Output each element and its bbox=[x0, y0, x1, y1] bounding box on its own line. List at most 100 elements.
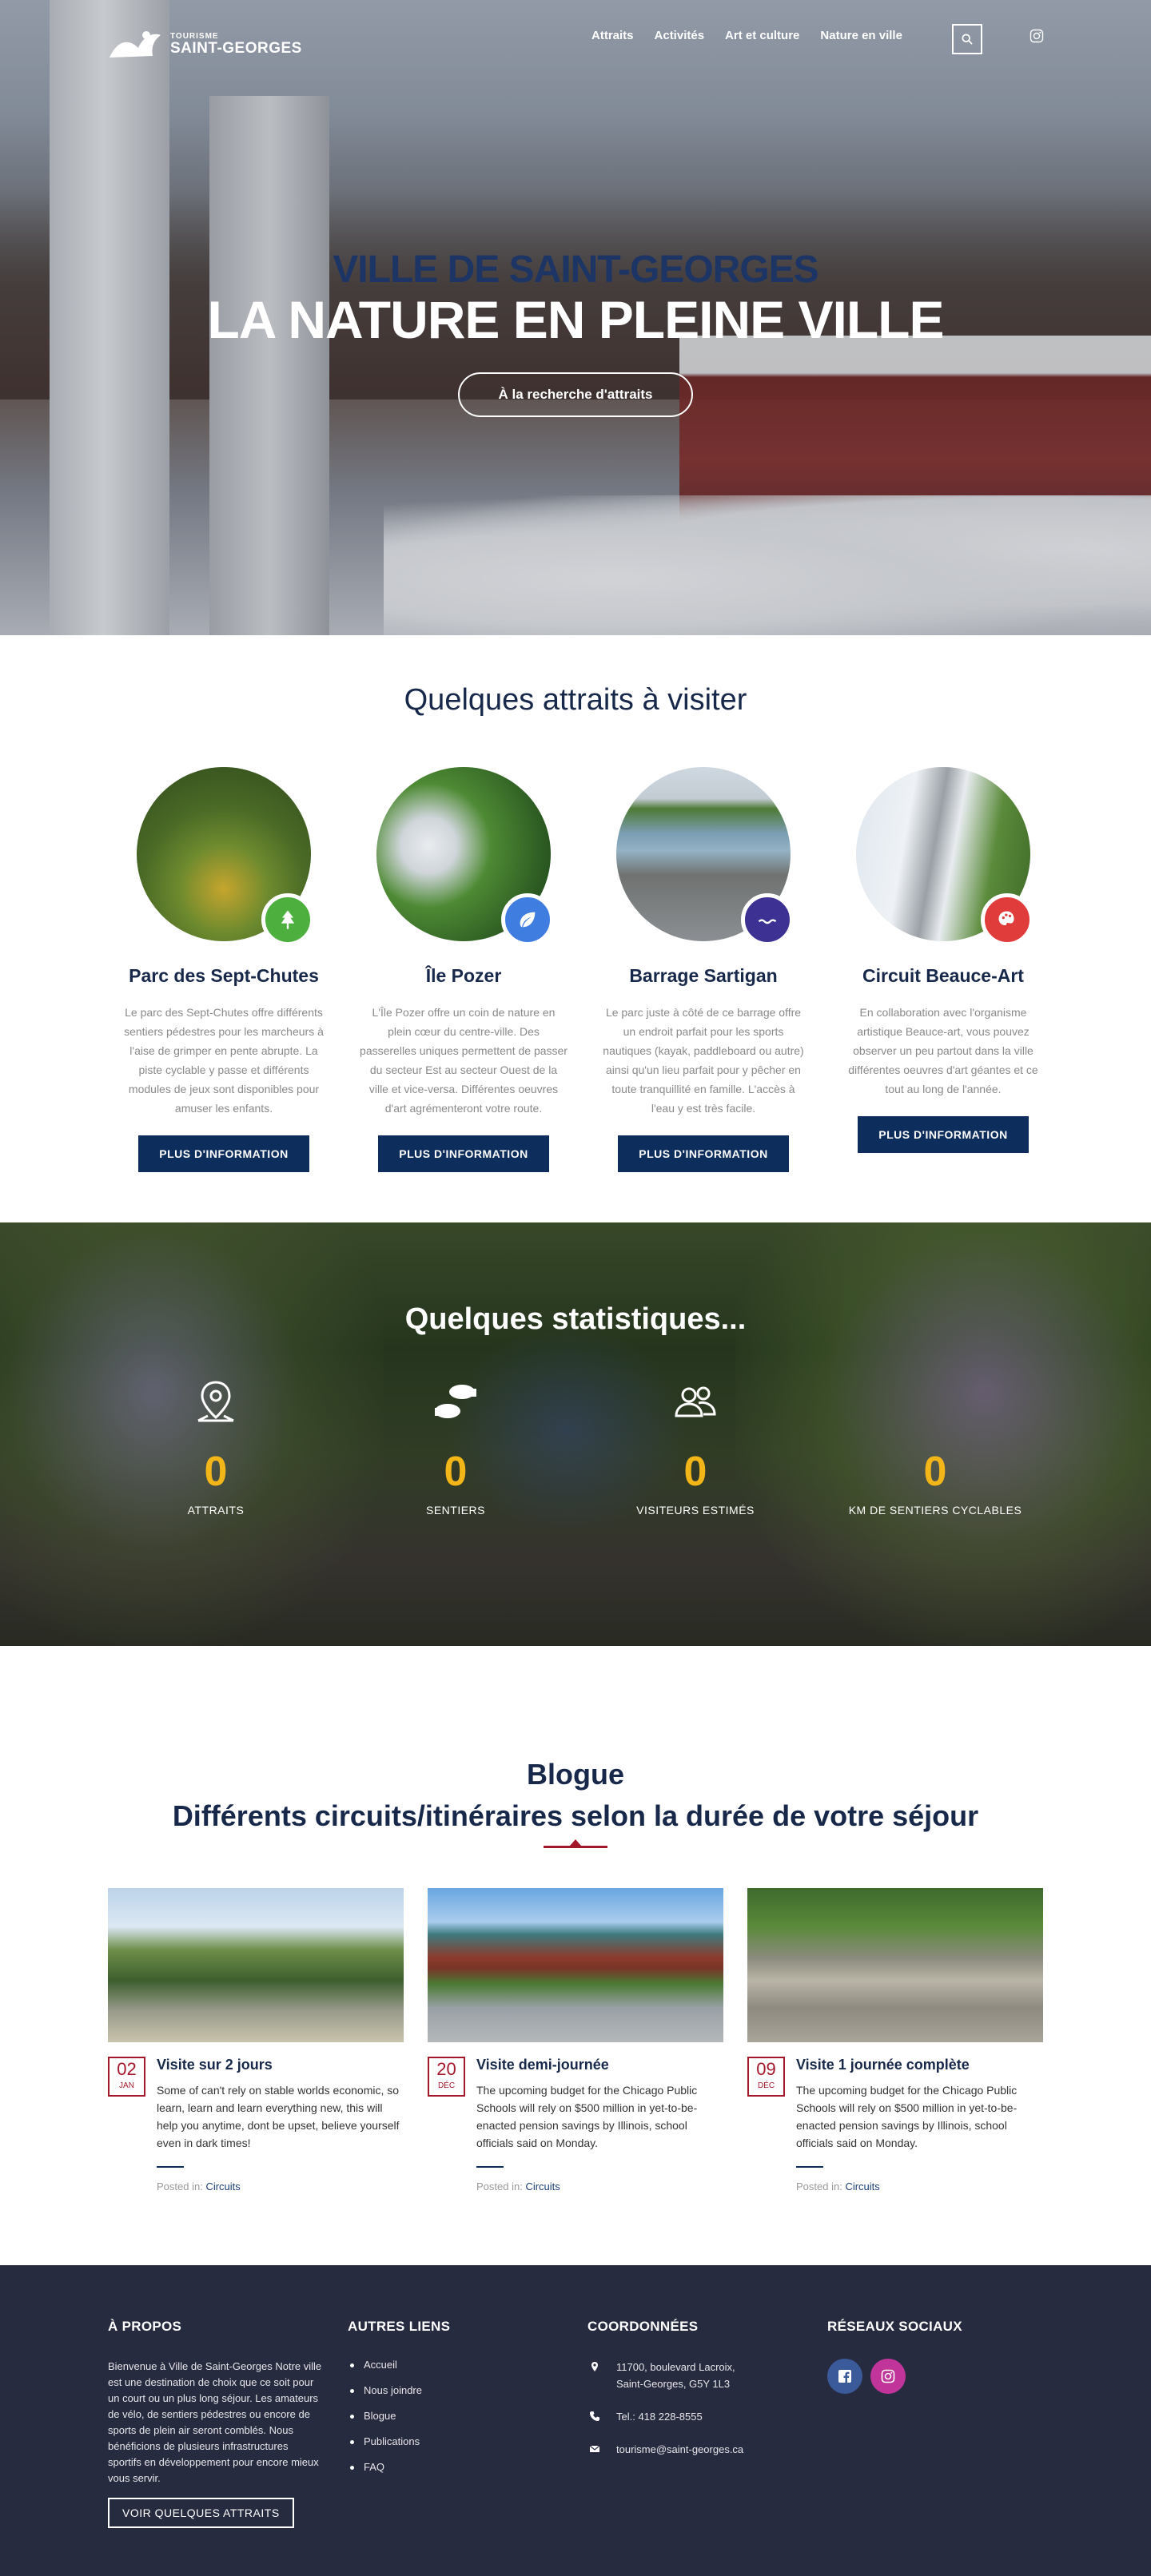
attraction-badge bbox=[261, 893, 314, 946]
nav-item-nature-ville[interactable]: Nature en ville bbox=[820, 29, 902, 42]
attraction-card: Barrage Sartigan Le parc juste à côté de… bbox=[583, 767, 823, 1172]
post-date: 02 JAN bbox=[108, 2057, 145, 2097]
post-meta: Posted in: Circuits bbox=[476, 2180, 723, 2192]
attractions-section: Quelques attraits à visiter Parc des Sep… bbox=[0, 635, 1151, 1222]
post-image[interactable] bbox=[747, 1888, 1043, 2042]
footprints-icon bbox=[435, 1385, 476, 1418]
instagram-button[interactable] bbox=[870, 2359, 906, 2394]
more-info-button[interactable]: PLUS D'INFORMATION bbox=[618, 1135, 789, 1172]
footer-link-faq[interactable]: FAQ bbox=[348, 2461, 564, 2473]
footer-link-blogue[interactable]: Blogue bbox=[348, 2410, 564, 2422]
facebook-button[interactable] bbox=[827, 2359, 862, 2394]
nav-item-attraits[interactable]: Attraits bbox=[591, 29, 634, 42]
instagram-icon[interactable] bbox=[1030, 29, 1044, 43]
stat-label: ATTRAITS bbox=[187, 1504, 245, 1517]
search-button[interactable] bbox=[952, 24, 982, 54]
envelope-icon bbox=[589, 2445, 600, 2452]
blog-posts: 02 JAN Visite sur 2 jours Some of can't … bbox=[0, 1888, 1151, 2192]
stat-value: 0 bbox=[444, 1449, 468, 1495]
attraction-badge bbox=[981, 893, 1034, 946]
post-date-day: 02 bbox=[117, 2059, 137, 2079]
post-date-month: DÉC bbox=[757, 2081, 775, 2090]
attraction-card: Circuit Beauce-Art En collaboration avec… bbox=[823, 767, 1063, 1172]
stat-value: 0 bbox=[204, 1449, 228, 1495]
post-date: 09 DÉC bbox=[747, 2057, 785, 2097]
stat-label: VISITEURS ESTIMÉS bbox=[636, 1504, 755, 1517]
attraction-title: Parc des Sept-Chutes bbox=[129, 965, 319, 986]
footer-link-nous-joindre[interactable]: Nous joindre bbox=[348, 2384, 564, 2396]
blog-section: Blogue Différents circuits/itinéraires s… bbox=[0, 1646, 1151, 2265]
nav-item-activites[interactable]: Activités bbox=[655, 29, 705, 42]
leaf-icon bbox=[520, 912, 536, 928]
post-image[interactable] bbox=[108, 1888, 404, 2042]
post-date-day: 09 bbox=[756, 2059, 776, 2079]
facebook-icon bbox=[838, 2370, 851, 2383]
post-excerpt: The upcoming budget for the Chicago Publ… bbox=[476, 2084, 698, 2149]
instagram-icon bbox=[881, 2369, 895, 2383]
attraction-badge bbox=[501, 893, 554, 946]
post-image[interactable] bbox=[428, 1888, 723, 2042]
palette-icon bbox=[998, 911, 1014, 925]
attraction-title: Île Pozer bbox=[425, 965, 502, 986]
contact-address: 11700, boulevard Lacroix, Saint-Georges,… bbox=[587, 2359, 803, 2392]
logo-name: SAINT-GEORGES bbox=[170, 39, 302, 57]
people-icon bbox=[675, 1386, 716, 1417]
post-divider bbox=[476, 2166, 504, 2168]
stat-label: KM DE SENTIERS CYCLABLES bbox=[848, 1504, 1022, 1517]
post-category-link[interactable]: Circuits bbox=[525, 2180, 560, 2192]
posted-in-label: Posted in: bbox=[796, 2180, 842, 2192]
post-title[interactable]: Visite sur 2 jours bbox=[157, 2057, 404, 2073]
stat-sentiers: 0 SENTIERS bbox=[336, 1374, 576, 1517]
post-title[interactable]: Visite 1 journée complète bbox=[796, 2057, 1043, 2073]
post-divider bbox=[157, 2166, 184, 2168]
site-logo[interactable]: TOURISME SAINT-GEORGES bbox=[106, 24, 302, 64]
footer-links-heading: AUTRES LIENS bbox=[348, 2319, 451, 2334]
stat-attraits: 0 ATTRAITS bbox=[96, 1374, 336, 1517]
blog-kicker: Blogue bbox=[527, 1758, 624, 1791]
footer-link-publications[interactable]: Publications bbox=[348, 2435, 564, 2447]
hero-cta-button[interactable]: À la recherche d'attraits bbox=[458, 372, 693, 417]
more-info-button[interactable]: PLUS D'INFORMATION bbox=[138, 1135, 309, 1172]
stat-value: 0 bbox=[683, 1449, 707, 1495]
attraction-card: Île Pozer L'Île Pozer offre un coin de n… bbox=[344, 767, 583, 1172]
stat-value: 0 bbox=[923, 1449, 947, 1495]
attraction-description: Le parc juste à côté de ce barrage offre… bbox=[603, 1006, 804, 1115]
contact-email-text[interactable]: tourisme@saint-georges.ca bbox=[616, 2441, 743, 2458]
post-date: 20 DÉC bbox=[428, 2057, 465, 2097]
main-menu: Attraits Activités Art et culture Nature… bbox=[591, 29, 902, 42]
see-attractions-button[interactable]: VOIR QUELQUES ATTRAITS bbox=[108, 2498, 294, 2528]
hero-title: LA NATURE EN PLEINE VILLE bbox=[207, 290, 944, 349]
logo-mark-icon bbox=[106, 24, 164, 64]
top-navigation: TOURISME SAINT-GEORGES Attraits Activité… bbox=[0, 0, 1151, 76]
post-excerpt: The upcoming budget for the Chicago Publ… bbox=[796, 2084, 1018, 2149]
footer-contact: COORDONNÉES 11700, boulevard Lacroix, Sa… bbox=[587, 2319, 803, 2458]
stat-label: SENTIERS bbox=[425, 1504, 485, 1517]
post-meta: Posted in: Circuits bbox=[796, 2180, 1043, 2192]
attraction-title: Circuit Beauce-Art bbox=[862, 965, 1024, 986]
attraction-title: Barrage Sartigan bbox=[629, 965, 778, 986]
nav-item-art-culture[interactable]: Art et culture bbox=[725, 29, 799, 42]
footer-link-accueil[interactable]: Accueil bbox=[348, 2359, 564, 2371]
post-category-link[interactable]: Circuits bbox=[205, 2180, 240, 2192]
map-marker-icon bbox=[591, 2362, 598, 2371]
site-footer: À PROPOS Bienvenue à Ville de Saint-Geor… bbox=[0, 2265, 1151, 2576]
attraction-card: Parc des Sept-Chutes Le parc des Sept-Ch… bbox=[104, 767, 344, 1172]
post-title[interactable]: Visite demi-journée bbox=[476, 2057, 723, 2073]
more-info-button[interactable]: PLUS D'INFORMATION bbox=[858, 1116, 1029, 1153]
posted-in-label: Posted in: bbox=[157, 2180, 203, 2192]
stats-heading: Quelques statistiques... bbox=[404, 1302, 747, 1336]
footer-social: RÉSEAUX SOCIAUX bbox=[827, 2319, 1043, 2394]
contact-address-line1: 11700, boulevard Lacroix, bbox=[616, 2361, 735, 2373]
footer-contact-heading: COORDONNÉES bbox=[587, 2319, 699, 2334]
tree-icon bbox=[281, 910, 295, 929]
phone-icon bbox=[590, 2411, 599, 2421]
attraction-description: Le parc des Sept-Chutes offre différents… bbox=[124, 1006, 324, 1115]
posted-in-label: Posted in: bbox=[476, 2180, 523, 2192]
more-info-button[interactable]: PLUS D'INFORMATION bbox=[378, 1135, 549, 1172]
hero-kicker: VILLE DE SAINT-GEORGES bbox=[333, 248, 818, 291]
footer-social-heading: RÉSEAUX SOCIAUX bbox=[827, 2319, 962, 2334]
attraction-description: L'Île Pozer offre un coin de nature en p… bbox=[360, 1006, 568, 1115]
post-category-link[interactable]: Circuits bbox=[845, 2180, 879, 2192]
map-pin-icon bbox=[197, 1381, 234, 1422]
contact-phone-text[interactable]: Tel.: 418 228-8555 bbox=[616, 2408, 703, 2425]
